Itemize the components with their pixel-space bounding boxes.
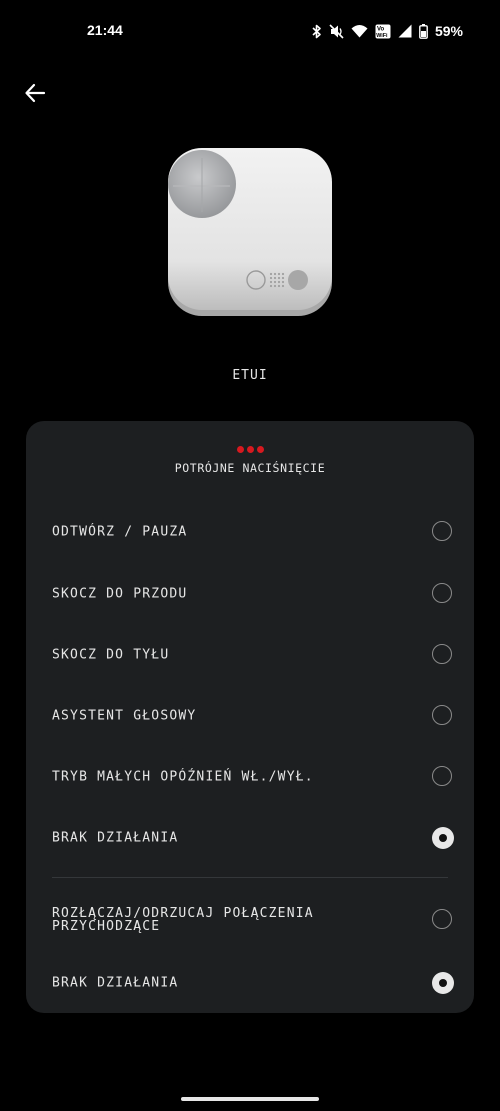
arrow-left-icon bbox=[24, 82, 46, 108]
panel-title: POTRÓJNE NACIŚNIĘCIE bbox=[174, 461, 326, 475]
option-label: ODTWÓRZ / PAUZA bbox=[52, 524, 188, 540]
options-panel: POTRÓJNE NACIŚNIĘCIE ODTWÓRZ / PAUZA SKO… bbox=[26, 421, 474, 1013]
option-label: SKOCZ DO PRZODU bbox=[52, 586, 188, 602]
option-play-pause[interactable]: ODTWÓRZ / PAUZA bbox=[26, 504, 474, 560]
radio-button[interactable] bbox=[432, 705, 452, 725]
option-label: BRAK DZIAŁANIA bbox=[52, 975, 179, 991]
option-no-action[interactable]: BRAK DZIAŁANIA bbox=[26, 810, 474, 866]
option-label: ROZŁĄCZAJ/ODRZUCAJ POŁĄCZENIA PRZYCHODZĄ… bbox=[52, 906, 314, 934]
back-button[interactable] bbox=[18, 78, 52, 112]
radio-button[interactable] bbox=[432, 521, 452, 541]
indicator-dot bbox=[256, 446, 264, 453]
option-voice-assistant[interactable]: ASYSTENT GŁOSOWY bbox=[26, 688, 474, 744]
option-label: TRYB MAŁYCH OPÓŹNIEŃ WŁ./WYŁ. bbox=[52, 769, 314, 785]
status-icons: Vo WiFi 59% bbox=[312, 22, 463, 40]
signal-icon bbox=[398, 24, 412, 38]
option-skip-forward[interactable]: SKOCZ DO PRZODU bbox=[26, 566, 474, 622]
svg-text:WiFi: WiFi bbox=[376, 33, 388, 39]
option-call-no-action[interactable]: BRAK DZIAŁANIA bbox=[26, 955, 474, 1011]
option-label: BRAK DZIAŁANIA bbox=[52, 830, 179, 846]
battery-icon bbox=[419, 23, 428, 39]
radio-button[interactable] bbox=[432, 644, 452, 664]
radio-button[interactable] bbox=[432, 766, 452, 786]
triple-press-indicator bbox=[26, 446, 474, 453]
bluetooth-icon bbox=[312, 24, 322, 39]
option-low-latency[interactable]: TRYB MAŁYCH OPÓŹNIEŃ WŁ./WYŁ. bbox=[26, 749, 474, 805]
radio-button[interactable] bbox=[432, 909, 452, 929]
svg-text:Vo: Vo bbox=[377, 26, 385, 32]
radio-button[interactable] bbox=[432, 827, 454, 849]
option-reject-calls[interactable]: ROZŁĄCZAJ/ODRZUCAJ POŁĄCZENIA PRZYCHODZĄ… bbox=[26, 892, 474, 948]
indicator-dot bbox=[246, 446, 254, 453]
indicator-dot bbox=[236, 446, 244, 453]
option-label: ASYSTENT GŁOSOWY bbox=[52, 708, 197, 724]
status-bar: 21:44 Vo WiFi 59% bbox=[0, 0, 500, 62]
vowifi-icon: Vo WiFi bbox=[375, 24, 391, 39]
earbuds-case-image bbox=[164, 144, 336, 320]
wifi-icon bbox=[351, 24, 368, 38]
home-indicator[interactable] bbox=[181, 1097, 319, 1101]
mute-icon bbox=[329, 23, 344, 39]
divider bbox=[52, 877, 448, 878]
option-label: SKOCZ DO TYŁU bbox=[52, 647, 170, 663]
radio-button[interactable] bbox=[432, 583, 452, 603]
option-skip-back[interactable]: SKOCZ DO TYŁU bbox=[26, 627, 474, 683]
radio-button[interactable] bbox=[432, 972, 454, 994]
device-name: ETUI bbox=[232, 368, 268, 383]
status-time: 21:44 bbox=[87, 22, 123, 38]
battery-percent: 59% bbox=[434, 23, 463, 39]
